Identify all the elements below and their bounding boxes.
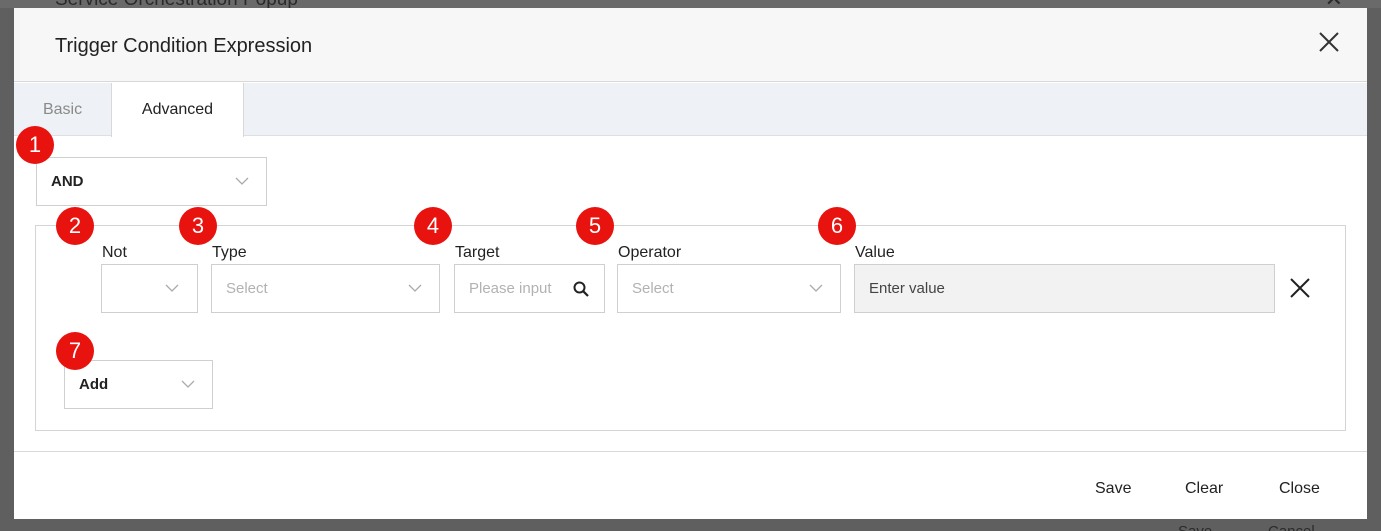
annotation-badge-2: 2 xyxy=(56,207,94,245)
operator-select[interactable]: Select xyxy=(617,264,841,313)
tab-bar: Basic Advanced xyxy=(14,83,1367,137)
trigger-condition-dialog: Trigger Condition Expression Basic Advan… xyxy=(14,8,1367,519)
background-cancel-button: Cancel xyxy=(1268,523,1315,531)
value-input[interactable]: Enter value xyxy=(854,264,1275,313)
value-label: Value xyxy=(855,244,895,261)
close-button[interactable]: Close xyxy=(1279,480,1320,498)
annotation-badge-7: 7 xyxy=(56,332,94,370)
annotation-badge-3: 3 xyxy=(179,207,217,245)
chevron-down-icon xyxy=(235,177,249,185)
type-select[interactable]: Select xyxy=(211,264,440,313)
operator-label: Operator xyxy=(618,244,682,261)
search-icon[interactable] xyxy=(572,280,590,298)
dialog-footer: Save Clear Close xyxy=(14,451,1367,519)
close-icon[interactable] xyxy=(1317,30,1341,54)
condition-group: Not Type Select Target Please input Oper… xyxy=(35,225,1346,431)
save-button[interactable]: Save xyxy=(1095,480,1131,498)
tab-advanced[interactable]: Advanced xyxy=(111,83,244,137)
not-select[interactable] xyxy=(101,264,198,313)
dialog-header: Trigger Condition Expression xyxy=(14,8,1367,82)
background-window-title: Service Orchestration Popup xyxy=(55,0,298,8)
target-label: Target xyxy=(455,244,500,261)
annotation-badge-6: 6 xyxy=(818,207,856,245)
chevron-down-icon xyxy=(165,284,179,292)
annotation-badge-1: 1 xyxy=(16,126,54,164)
type-label: Type xyxy=(212,244,247,261)
remove-condition-icon[interactable] xyxy=(1289,277,1311,299)
background-close-icon: ✕ xyxy=(1325,0,1343,8)
background-save-button: Save xyxy=(1178,523,1212,531)
logic-operator-select[interactable]: AND xyxy=(36,157,267,206)
clear-button[interactable]: Clear xyxy=(1185,480,1223,498)
logic-operator-value: AND xyxy=(51,173,84,190)
annotation-badge-5: 5 xyxy=(576,207,614,245)
target-input[interactable]: Please input xyxy=(454,264,605,313)
not-label: Not xyxy=(102,244,127,261)
type-placeholder: Select xyxy=(226,280,268,297)
dialog-title: Trigger Condition Expression xyxy=(55,35,313,57)
background-window-header: Service Orchestration Popup ✕ xyxy=(0,0,1381,8)
target-placeholder: Please input xyxy=(469,280,552,297)
add-select[interactable]: Add xyxy=(64,360,213,409)
value-placeholder: Enter value xyxy=(869,280,945,297)
background-window-footer: Save Cancel xyxy=(0,519,1381,531)
chevron-down-icon xyxy=(809,284,823,292)
chevron-down-icon xyxy=(181,380,195,388)
operator-placeholder: Select xyxy=(632,280,674,297)
annotation-badge-4: 4 xyxy=(414,207,452,245)
chevron-down-icon xyxy=(408,284,422,292)
